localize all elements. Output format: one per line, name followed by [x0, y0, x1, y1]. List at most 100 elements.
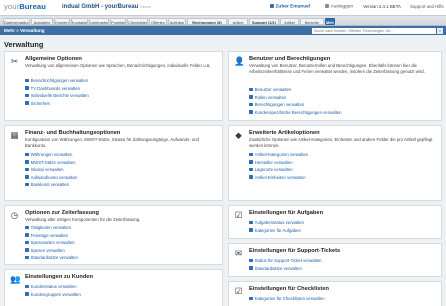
card-links: Benutzer verwalten Rollen verwalten Berech…: [249, 86, 342, 116]
card-link[interactable]: MWST-Sätze verwalten: [25, 159, 77, 167]
card-links: Benachrichtigungen verwalten TV Dashboard…: [25, 77, 89, 107]
company-name: indual GmbH - yourBureau Demo: [62, 3, 151, 10]
card-link[interactable]: Inkassi verwalten: [25, 166, 77, 174]
card-description: Konfiguration von Währungen, MWST-Sätze,…: [25, 137, 199, 148]
menu-item[interactable]: Aufgaben: [31, 17, 53, 25]
card-description: Verwaltung von allgemeinen Optionen wie …: [25, 63, 211, 68]
card-description: Verwaltung aller nötigen Komponenten für…: [25, 217, 141, 222]
link-icon: [25, 152, 29, 157]
link-icon: [25, 182, 29, 187]
card-link[interactable]: Kundenspezifische Berechtigungen verwalt…: [249, 109, 342, 117]
money-icon: ▦: [10, 130, 19, 140]
admin-card: ☑ Einstellungen für Checklisten Kategorien…: [228, 281, 442, 306]
admin-card: ◆ Erweiterte Artikeloptionen Zusätzliche O…: [228, 125, 442, 201]
card-link[interactable]: Kategorien für Checklisten verwalten: [249, 295, 325, 303]
admin-card: 👥 Einstellungen zu Kunden Kundenstatus ver…: [4, 269, 223, 306]
card-links: Aufgabenstatus verwalten Kategorien für A…: [249, 219, 304, 234]
card-link[interactable]: Rollen verwalten: [249, 94, 342, 102]
sub-bar: Mehr » Verwaltung »: [0, 26, 446, 35]
card-link[interactable]: Artikel-Kategorien verwalten: [249, 151, 308, 159]
logout-link[interactable]: Ausloggen: [325, 4, 353, 10]
link-icon: [249, 110, 253, 114]
app-logo[interactable]: yourBureau: [4, 2, 46, 11]
card-link-label: Benachrichtigungen verwalten: [30, 78, 89, 83]
card-link[interactable]: Artikel-Einheiten verwalten: [249, 174, 308, 182]
menu-item[interactable]: Checklisten: [127, 17, 148, 25]
card-link[interactable]: Spesenarten verwalten: [25, 239, 78, 247]
menu-item[interactable]: Berichte: [300, 17, 324, 25]
card-link[interactable]: Sicherheit: [25, 100, 89, 108]
link-icon: [25, 284, 29, 289]
card-link[interactable]: Währungen verwalten: [25, 151, 77, 159]
card-title: Einstellungen zu Kunden: [25, 274, 93, 280]
menu-item[interactable]: Lieferanten: [89, 17, 109, 25]
card-link-label: Spesenarten verwalten: [30, 240, 75, 245]
search-button[interactable]: »: [437, 27, 443, 34]
card-link[interactable]: TV Dashboards verwalten: [25, 85, 89, 93]
card-link-label: Sicherheit: [30, 100, 50, 106]
card-link[interactable]: Bankkonti verwalten: [25, 181, 77, 189]
menu-item[interactable]: Artikel: [228, 17, 248, 25]
card-link[interactable]: Kundengruppen verwalten: [25, 291, 81, 299]
card-link-label: Aufwandkonto verwalten: [30, 174, 78, 180]
menu-item[interactable]: Projekte: [110, 17, 126, 25]
tag-icon: ◆: [235, 130, 242, 140]
card-link[interactable]: Benachrichtigungen verwalten: [25, 77, 89, 85]
card-links: Tätigkeiten verwalten Feiertage verwalten…: [25, 224, 78, 262]
menu-item[interactable]: Dateiverwaltung: [3, 17, 30, 25]
card-link[interactable]: Standardsätze verwalten: [25, 254, 78, 262]
admin-card: 👤 Benutzer und Berechtigungen Verwaltung v…: [228, 51, 442, 121]
link-icon: [249, 160, 253, 164]
link-icon: [25, 225, 29, 230]
card-link-label: Kundengruppen verwalten: [30, 291, 81, 297]
link-icon: [25, 101, 29, 105]
admin-card: ✉ Einstellungen für Support-Tickets Status…: [228, 243, 442, 277]
card-link-label: Kundenspezifische Berechtigungen verwalt…: [254, 109, 342, 115]
card-link[interactable]: Tätigkeiten verwalten: [25, 224, 78, 232]
wrench-icon: ✂: [10, 56, 19, 66]
card-link[interactable]: Berechtigungen verwalten: [249, 101, 342, 109]
card-links: Währungen verwalten MWST-Sätze verwalten I…: [25, 151, 77, 189]
card-link-label: Kundenstatus verwalten: [30, 284, 77, 289]
card-link[interactable]: Benutzer verwalten: [249, 86, 342, 94]
card-link-label: Individuelle Berichte verwalten: [30, 93, 89, 98]
card-link-label: Rollen verwalten: [254, 94, 287, 100]
card-link[interactable]: Hersteller verwalten: [249, 159, 308, 167]
admin-card: ◷ Optionen zur Zeiterfassung Verwaltung al…: [4, 205, 223, 265]
menu-item[interactable]: Mehr: [325, 17, 335, 25]
menu-item[interactable]: Offerten: [149, 17, 167, 25]
menu-item[interactable]: Support (1/1): [249, 17, 279, 25]
admin-card: ▦ Finanz- und Buchhaltungsoptionen Konfigu…: [4, 125, 223, 201]
card-link[interactable]: Kundenstatus verwalten: [25, 283, 81, 291]
card-link[interactable]: Lagerorte verwalten: [249, 166, 308, 174]
card-title: Einstellungen für Aufgaben: [249, 210, 324, 216]
link-icon: [25, 255, 29, 260]
card-link[interactable]: Aufgabenstatus verwalten: [249, 219, 304, 227]
link-icon: [25, 240, 29, 245]
card-link[interactable]: Standardsätze verwalten: [249, 265, 322, 273]
link-icon: [249, 258, 253, 263]
link-icon: [25, 93, 29, 98]
user-menu[interactable]: Zuber Emanuel: [270, 4, 310, 10]
card-link[interactable]: Individuelle Berichte verwalten: [25, 92, 89, 100]
link-icon: [25, 86, 29, 90]
card-link[interactable]: Kategorien für Aufgaben: [249, 227, 304, 235]
link-icon: [249, 102, 253, 107]
menu-item[interactable]: Aufträge: [168, 17, 186, 25]
card-links: Status für Support-Ticket verwalten Stand…: [249, 257, 322, 272]
card-link[interactable]: Feiertage verwalten: [25, 232, 78, 240]
menu-item[interactable]: Artikel: [280, 17, 299, 25]
support-link[interactable]: Support und Hilfe: [410, 4, 444, 9]
card-link[interactable]: Status für Support-Ticket verwalten: [249, 257, 322, 265]
menu-item[interactable]: Kunden: [54, 17, 70, 25]
card-link[interactable]: Aufwandkonto verwalten: [25, 174, 77, 182]
top-bar: yourBureau indual GmbH - yourBureau Demo…: [0, 0, 446, 15]
card-link-label: MWST-Sätze verwalten: [30, 159, 76, 165]
checklist-icon: ☑: [234, 286, 243, 296]
breadcrumb[interactable]: Mehr » Verwaltung: [4, 28, 45, 33]
menu-item[interactable]: Kontakte: [71, 17, 88, 25]
search-input[interactable]: [312, 27, 436, 34]
card-title: Allgemeine Optionen: [25, 56, 82, 62]
card-link[interactable]: Spesen verwalten: [25, 247, 78, 255]
menu-item[interactable]: Rechnungen (8): [187, 17, 227, 25]
